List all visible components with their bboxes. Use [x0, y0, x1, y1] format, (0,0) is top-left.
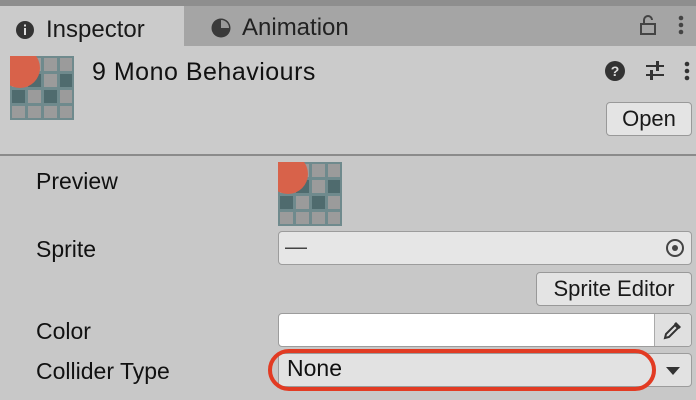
tab-actions: [638, 14, 684, 36]
tab-bar: Inspector Animation: [0, 0, 696, 50]
color-field[interactable]: [278, 313, 692, 347]
object-picker-icon[interactable]: [665, 238, 685, 258]
sprite-editor-button[interactable]: Sprite Editor: [536, 272, 692, 306]
lock-icon[interactable]: [638, 14, 658, 36]
help-icon[interactable]: ?: [604, 60, 626, 82]
header-icons: ?: [604, 60, 690, 82]
asset-thumbnail: [10, 56, 74, 120]
preview-thumbnail: [278, 162, 342, 226]
kebab-menu-icon[interactable]: [678, 14, 684, 36]
kebab-menu-icon[interactable]: [684, 60, 690, 82]
asset-title: 9 Mono Behaviours: [92, 58, 316, 86]
sprite-value: —: [285, 234, 307, 259]
tab-animation-label: Animation: [242, 14, 349, 41]
svg-text:?: ?: [611, 63, 620, 79]
chevron-down-icon: [666, 367, 680, 375]
color-label: Color: [36, 318, 91, 344]
clock-icon: [211, 18, 231, 38]
collider-type-value: None: [287, 355, 342, 381]
eyedropper-icon[interactable]: [654, 314, 691, 346]
collider-type-dropdown[interactable]: None: [278, 353, 692, 387]
collider-type-label: Collider Type: [36, 358, 170, 384]
tab-inspector-label: Inspector: [46, 15, 145, 43]
tab-inspector[interactable]: Inspector: [0, 6, 184, 50]
settings-sliders-icon[interactable]: [644, 60, 666, 82]
tab-animation[interactable]: Animation: [196, 8, 376, 48]
sprite-label: Sprite: [36, 236, 97, 262]
sprite-field[interactable]: —: [278, 231, 692, 265]
info-icon: [16, 20, 34, 39]
preview-label: Preview: [36, 168, 118, 194]
open-button[interactable]: Open: [606, 102, 692, 136]
inspector-header: 9 Mono Behaviours ? Open: [0, 46, 696, 156]
